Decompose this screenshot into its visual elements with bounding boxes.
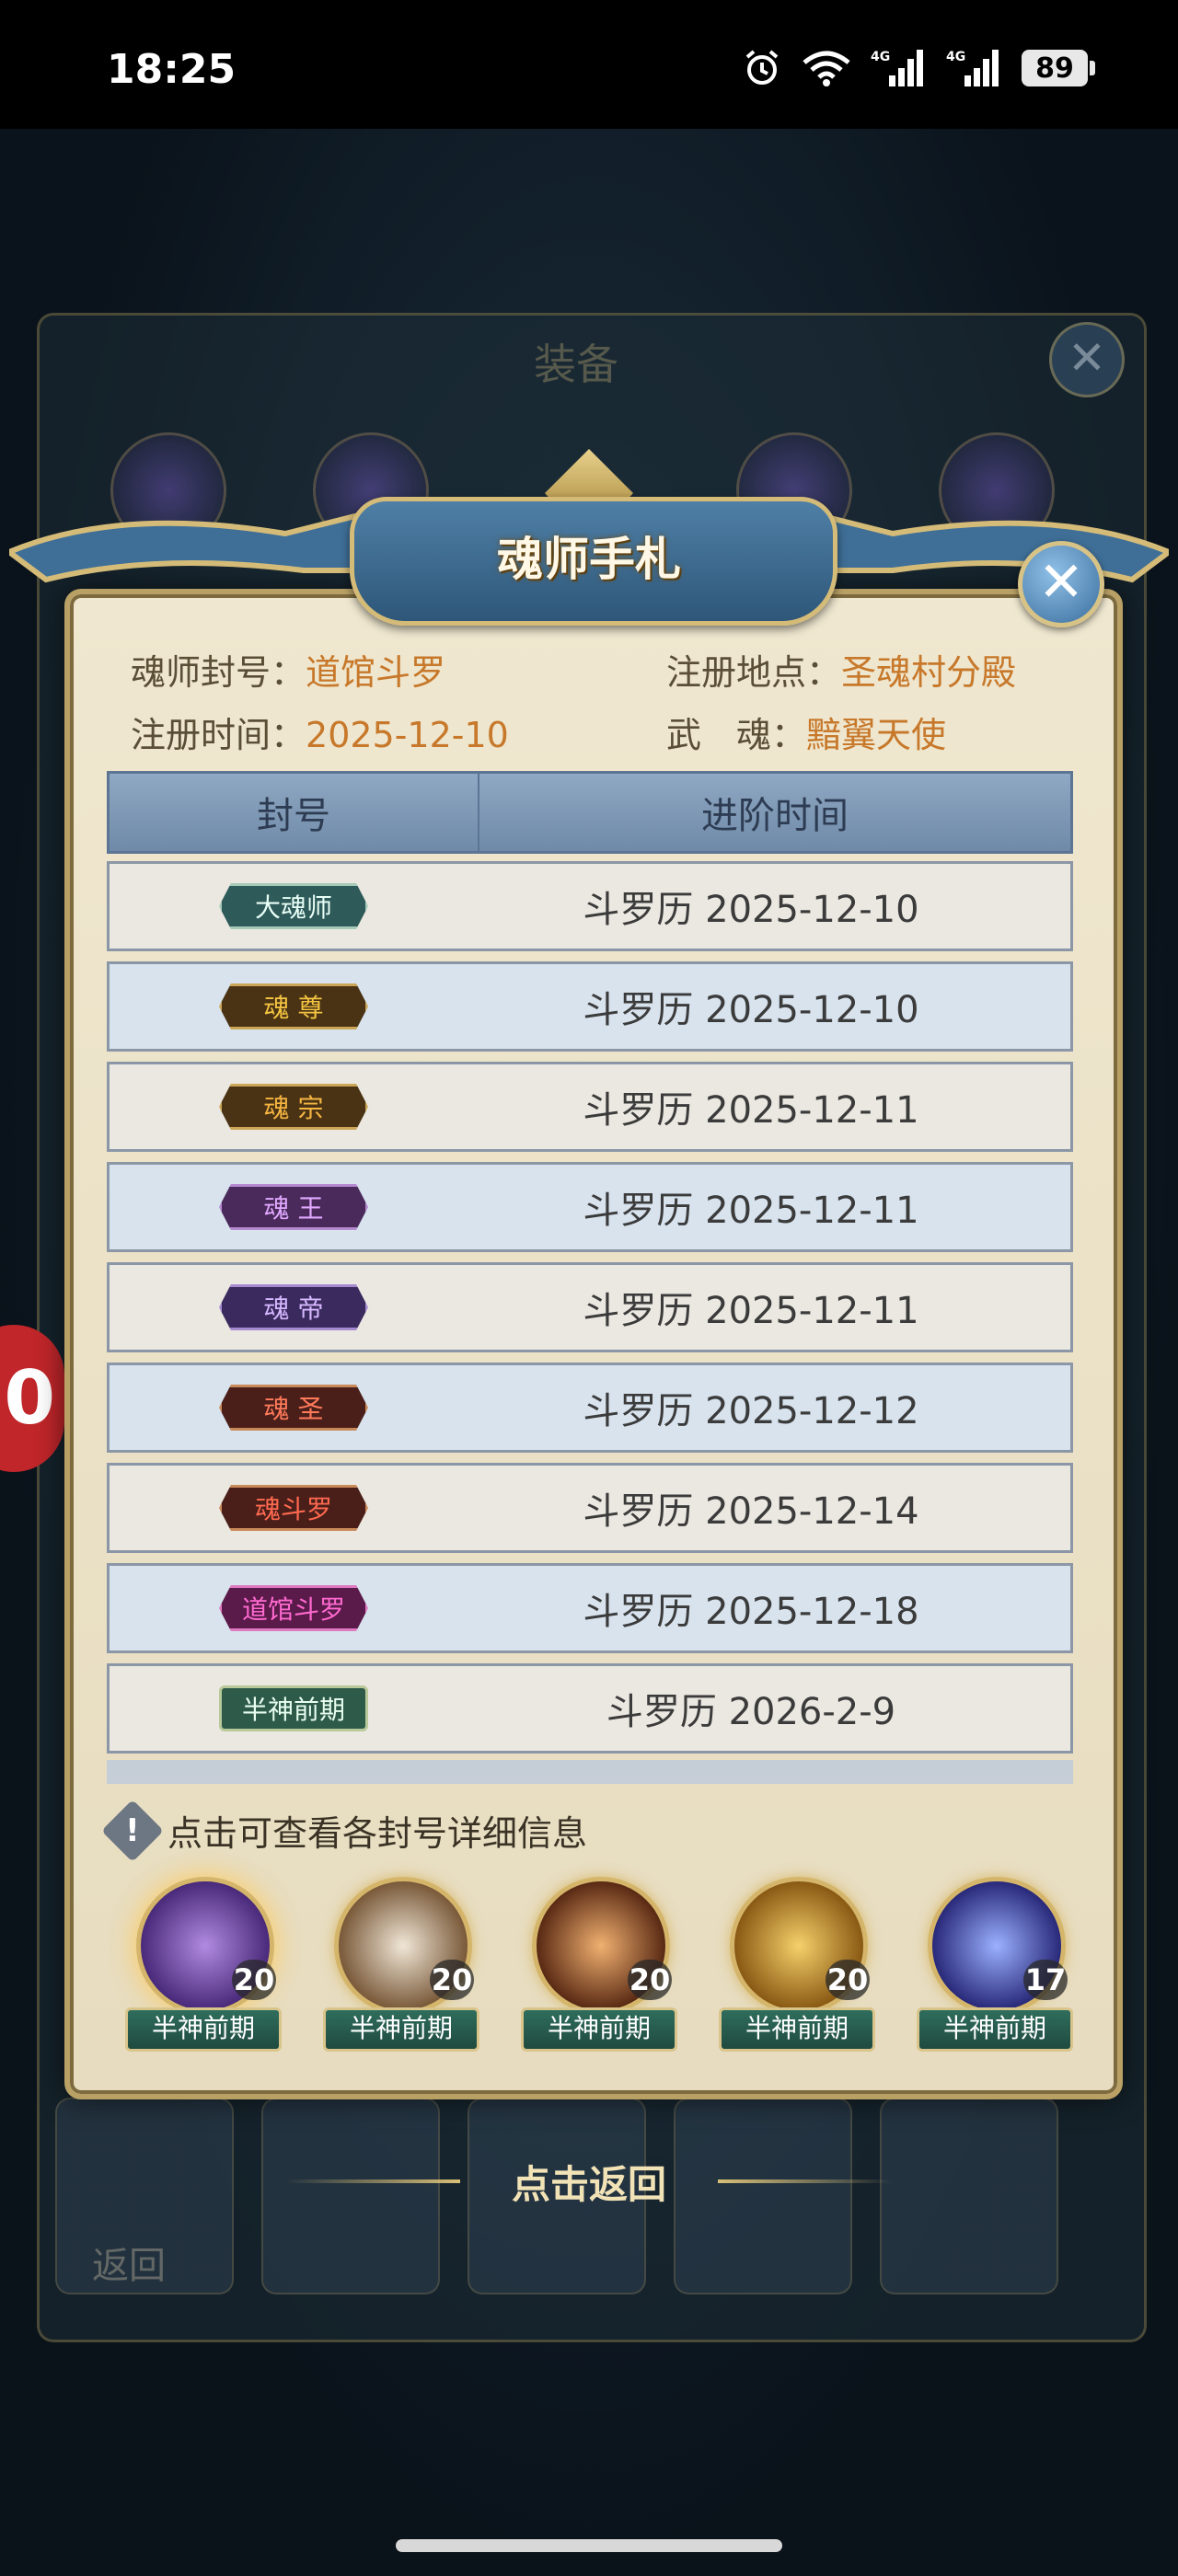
date-label: 注册时间： (131, 715, 306, 755)
table-row[interactable]: 魂 宗 斗罗历 2025-12-11 (107, 1062, 1073, 1152)
table-row[interactable]: 魂 王 斗罗历 2025-12-11 (107, 1162, 1073, 1252)
soul-info: 武 魂：黯翼天使 (666, 707, 946, 757)
rank-date: 斗罗历 2025-12-11 (583, 1089, 919, 1132)
portrait-tag: 半神前期 (125, 2007, 282, 2052)
rank-badge: 魂 尊 (219, 983, 368, 1029)
battery-indicator: 89 (1022, 50, 1095, 86)
table-row[interactable]: 魂 圣 斗罗历 2025-12-12 (107, 1363, 1073, 1453)
portrait-tag: 半神前期 (917, 2007, 1073, 2052)
portrait-fire[interactable]: 20 半神前期 (514, 1868, 679, 2052)
title-label: 魂师封号： (131, 652, 306, 693)
portrait-level: 17 (1023, 1960, 1068, 2000)
table-row[interactable]: 魂 帝 斗罗历 2025-12-11 (107, 1262, 1073, 1352)
hint-line: ! 点击可查看各封号详细信息 (101, 1799, 588, 1862)
place-label: 注册地点： (666, 652, 842, 693)
table-row[interactable]: 魂斗罗 斗罗历 2025-12-14 (107, 1463, 1073, 1553)
rank-date: 斗罗历 2025-12-14 (583, 1490, 919, 1533)
background-panel-title: 装备 (534, 339, 618, 389)
portrait-level: 20 (628, 1960, 672, 2000)
wifi-icon (803, 51, 850, 86)
portrait-angel[interactable]: 20 半神前期 (118, 1868, 283, 2052)
header-rank: 封号 (110, 774, 479, 851)
rank-date: 斗罗历 2025-12-18 (583, 1591, 919, 1633)
rank-date: 斗罗历 2026-2-9 (606, 1691, 896, 1733)
rank-date: 斗罗历 2025-12-12 (583, 1390, 919, 1432)
portrait-bear[interactable]: 20 半神前期 (316, 1868, 481, 2052)
title-value: 道馆斗罗 (306, 652, 446, 693)
hint-text: 点击可查看各封号详细信息 (167, 1813, 588, 1854)
date-value: 2025-12-10 (306, 715, 509, 755)
table-header: 封号 进阶时间 (107, 771, 1073, 854)
place-info: 注册地点：圣魂村分殿 (666, 644, 1016, 695)
close-button[interactable]: ✕ (1018, 541, 1104, 627)
portrait-level: 20 (826, 1960, 870, 2000)
dialog-title: 魂师手札 (497, 532, 681, 586)
rank-badge: 魂 宗 (219, 1084, 368, 1130)
header-date: 进阶时间 (701, 795, 849, 837)
portrait-tag: 半神前期 (323, 2007, 479, 2052)
rank-date: 斗罗历 2025-12-10 (583, 889, 919, 931)
back-button-label: 点击返回 (511, 2162, 666, 2207)
table-row[interactable]: 半神前期 斗罗历 2026-2-9 (107, 1663, 1073, 1754)
portrait-crystal[interactable]: 17 半神前期 (909, 1868, 1075, 2052)
rank-badge: 魂斗罗 (219, 1485, 368, 1531)
title-portraits: 20 半神前期 20 半神前期 20 半神前期 20 半神前期 17 半神前期 (118, 1868, 1075, 2052)
rank-badge: 魂 圣 (219, 1385, 368, 1431)
side-notification-badge: 0 (0, 1325, 64, 1472)
rank-badge: 半神前期 (219, 1685, 368, 1731)
soul-value: 黯翼天使 (806, 715, 947, 755)
portrait-level: 20 (232, 1960, 276, 2000)
exclamation-icon: ! (101, 1799, 164, 1862)
status-bar: 18:25 4G 4G 89 (0, 0, 1178, 129)
status-time: 18:25 (107, 46, 237, 93)
status-icons: 4G 4G 89 (742, 48, 1095, 88)
rank-date: 斗罗历 2025-12-11 (583, 1290, 919, 1332)
title-info: 魂师封号：道馆斗罗 (131, 644, 445, 695)
rank-badge: 道馆斗罗 (219, 1585, 368, 1631)
background-close-icon: ✕ (1049, 322, 1125, 397)
signal-4g-icon: 4G (946, 50, 999, 86)
portrait-tag: 半神前期 (521, 2007, 677, 2052)
svg-text:4G: 4G (946, 50, 965, 64)
portrait-level: 20 (430, 1960, 474, 2000)
soul-label: 武 魂： (666, 715, 807, 755)
alarm-icon (745, 50, 779, 85)
back-ornament-right (718, 2179, 893, 2183)
rank-badge: 大魂师 (219, 883, 368, 929)
portrait-dragon[interactable]: 20 半神前期 (711, 1868, 877, 2052)
portrait-tag: 半神前期 (719, 2007, 875, 2052)
svg-text:4G: 4G (871, 50, 890, 64)
rank-history-table: 封号 进阶时间 大魂师 斗罗历 2025-12-10 魂 尊 斗罗历 2025-… (107, 771, 1073, 1784)
back-button[interactable]: 点击返回 (276, 2148, 902, 2213)
rank-badge: 魂 帝 (219, 1284, 368, 1330)
back-ornament-left (285, 2179, 460, 2183)
table-row[interactable]: 大魂师 斗罗历 2025-12-10 (107, 861, 1073, 951)
rank-date: 斗罗历 2025-12-10 (583, 989, 919, 1031)
home-indicator[interactable] (396, 2539, 782, 2552)
rank-date: 斗罗历 2025-12-11 (583, 1190, 919, 1232)
place-value: 圣魂村分殿 (841, 652, 1017, 693)
battery-level: 89 (1022, 50, 1088, 86)
table-footer-bar (107, 1760, 1073, 1784)
table-row[interactable]: 道馆斗罗 斗罗历 2025-12-18 (107, 1563, 1073, 1653)
rank-badge: 魂 王 (219, 1184, 368, 1230)
background-back-label: 返回 (92, 2245, 166, 2287)
signal-4g-icon: 4G (871, 50, 923, 86)
table-row[interactable]: 魂 尊 斗罗历 2025-12-10 (107, 961, 1073, 1052)
date-info: 注册时间：2025-12-10 (131, 707, 509, 757)
